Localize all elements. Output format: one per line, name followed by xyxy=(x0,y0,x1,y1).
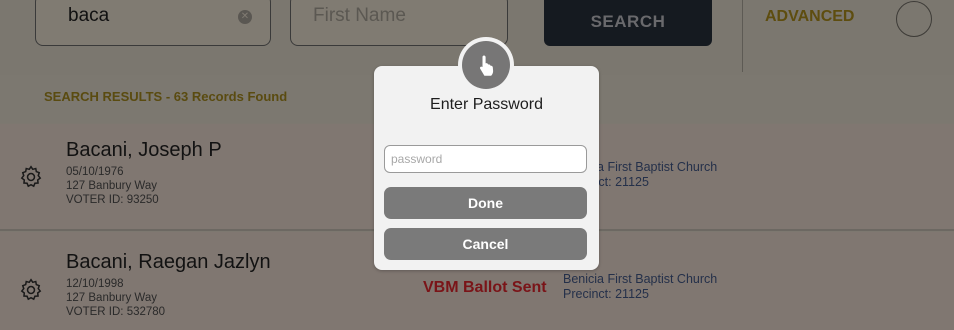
dialog-title: Enter Password xyxy=(430,96,543,113)
last-name-field[interactable]: baca ✕ xyxy=(35,0,271,46)
divider xyxy=(742,0,743,72)
voter-address: 127 Banbury Way xyxy=(66,292,157,304)
vbm-status-badge: VBM Ballot Sent xyxy=(423,279,547,296)
hand-pointer-icon xyxy=(479,55,494,76)
results-count-label: SEARCH RESULTS - 63 Records Found xyxy=(44,89,288,104)
polling-place: Benicia First Baptist Church Precinct: 2… xyxy=(563,272,717,302)
voter-dob: 05/10/1976 xyxy=(66,166,124,178)
dialog-badge xyxy=(458,37,514,93)
voter-id: VOTER ID: 93250 xyxy=(66,194,159,206)
gear-icon[interactable] xyxy=(18,277,44,303)
clear-icon[interactable]: ✕ xyxy=(238,10,252,24)
advanced-label: ADVANCED xyxy=(765,8,855,25)
password-dialog: Enter Password Done Cancel xyxy=(374,66,599,270)
voter-name: Bacani, Raegan Jazlyn xyxy=(66,251,271,273)
gear-icon[interactable] xyxy=(18,164,44,190)
first-name-placeholder: First Name xyxy=(313,5,406,26)
church-name: Benicia First Baptist Church xyxy=(563,272,718,286)
advanced-toggle[interactable] xyxy=(896,1,932,37)
password-input[interactable] xyxy=(384,145,587,173)
voter-name: Bacani, Joseph P xyxy=(66,139,222,161)
voter-id: VOTER ID: 532780 xyxy=(66,306,166,318)
cancel-button[interactable]: Cancel xyxy=(384,228,587,260)
last-name-value: baca xyxy=(68,5,110,26)
precinct: Precinct: 21125 xyxy=(563,287,649,301)
voter-address: 127 Banbury Way xyxy=(66,180,157,192)
done-button[interactable]: Done xyxy=(384,187,587,219)
voter-dob: 12/10/1998 xyxy=(66,278,124,290)
search-button[interactable]: SEARCH xyxy=(544,0,712,46)
